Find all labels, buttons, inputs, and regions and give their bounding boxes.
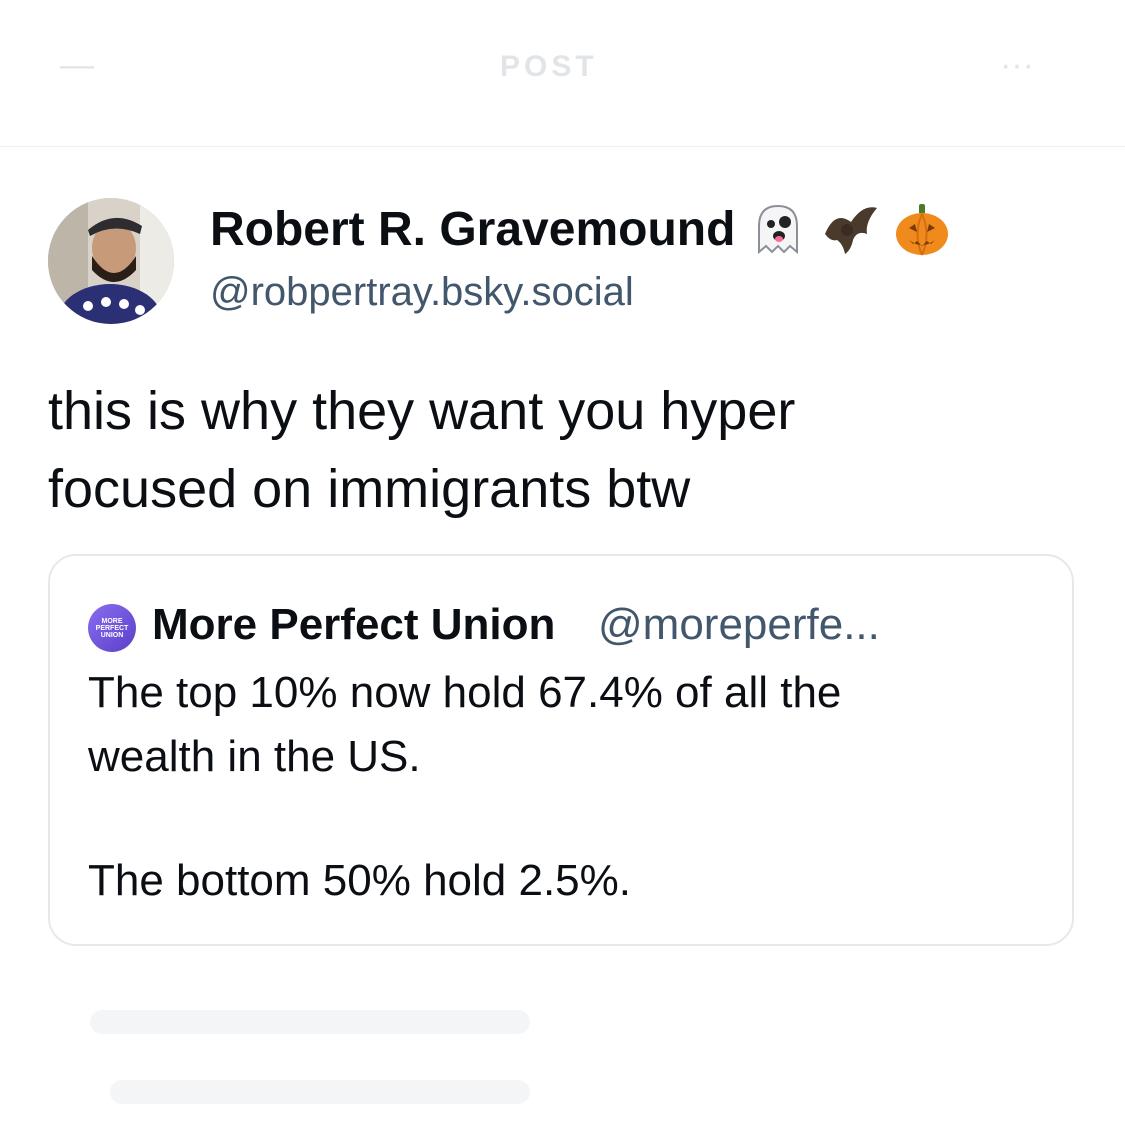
avatar-logo-text: MORE — [101, 617, 123, 625]
more-icon[interactable]: ··· — [1000, 46, 1034, 85]
author-avatar[interactable] — [48, 198, 174, 324]
bat-icon — [821, 200, 879, 258]
quoted-author-handle: @moreperfe... — [598, 600, 880, 649]
pumpkin-icon — [893, 200, 951, 258]
quoted-author-avatar[interactable]: MORE PERFECT UNION — [88, 604, 136, 652]
post-text-line: focused on immigrants btw — [48, 459, 691, 519]
faded-placeholder — [110, 1080, 530, 1104]
page-title: POST — [500, 50, 598, 83]
author-name-row: Robert R. Gravemound — [210, 200, 951, 258]
avatar-logo-text: UNION — [100, 631, 124, 639]
post-text: this is why they want you hyper focused … — [48, 372, 1068, 528]
faded-placeholder — [90, 1010, 530, 1034]
author-handle[interactable]: @robpertray.bsky.social — [210, 270, 634, 315]
author-name[interactable]: Robert R. Gravemound — [210, 202, 735, 257]
quoted-post-card[interactable]: MORE PERFECT UNION More Perfect Union @m… — [48, 554, 1074, 946]
quoted-text-line: The top 10% now hold 67.4% of all the — [88, 668, 842, 717]
quoted-text-line: wealth in the US. — [88, 732, 421, 781]
post-text-line: this is why they want you hyper — [48, 381, 796, 441]
quoted-text-line: The bottom 50% hold 2.5%. — [88, 856, 631, 905]
quoted-author-name: More Perfect Union — [152, 600, 556, 649]
avatar-photo — [48, 198, 174, 324]
ghost-icon — [749, 200, 807, 258]
back-arrow-icon[interactable]: — — [60, 46, 94, 85]
avatar-logo-text: PERFECT — [95, 624, 129, 632]
top-bar: — POST ··· — [0, 0, 1125, 147]
